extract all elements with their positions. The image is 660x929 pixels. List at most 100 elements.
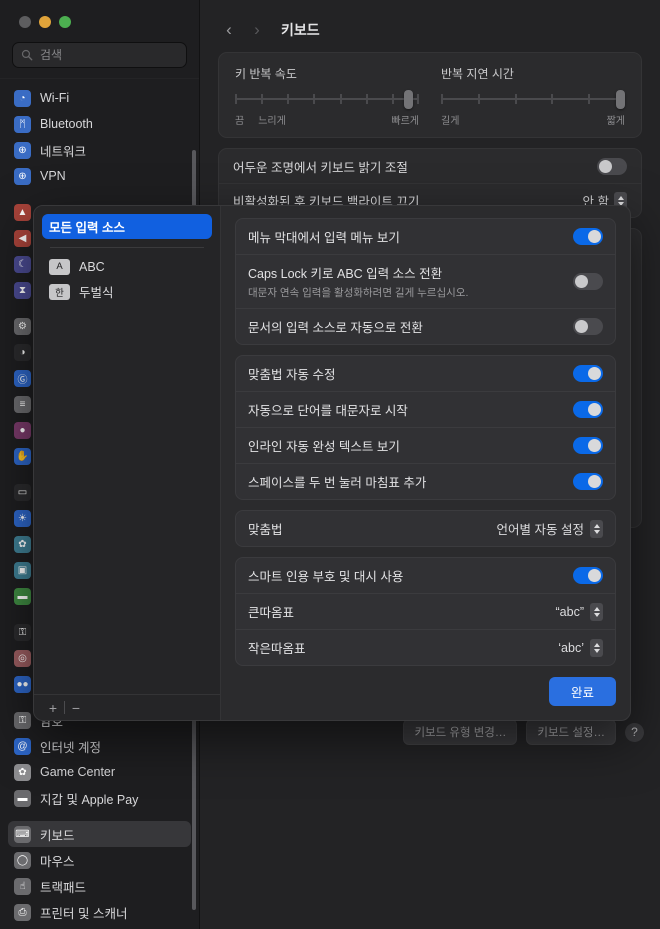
option-text: 스마트 인용 부호 및 대시 사용 bbox=[248, 566, 413, 585]
input-sources-options-panel: 메뉴 막대에서 입력 메뉴 보기 Caps Lock 키로 ABC 입력 소스 전… bbox=[221, 206, 630, 720]
sidebar-item-bluetooth[interactable]: ᛗ Bluetooth bbox=[8, 111, 191, 137]
option-toggle[interactable] bbox=[573, 365, 603, 382]
adjust-brightness-toggle[interactable] bbox=[597, 157, 627, 175]
sidebar-item-label: Bluetooth bbox=[40, 117, 93, 131]
option-row[interactable]: 스마트 인용 부호 및 대시 사용 bbox=[236, 558, 615, 593]
option-toggle[interactable] bbox=[573, 567, 603, 584]
row-adjust-brightness-low-light[interactable]: 어두운 조명에서 키보드 밝기 조절 bbox=[219, 149, 641, 183]
sidebar-item-label: 마우스 bbox=[40, 854, 75, 869]
page-title: 키보드 bbox=[281, 22, 320, 38]
forward-button: › bbox=[254, 20, 260, 39]
passwords-key-icon: ⚿ bbox=[14, 711, 31, 729]
option-row[interactable]: 자동으로 단어를 대문자로 시작 bbox=[236, 391, 615, 427]
option-toggle[interactable] bbox=[573, 437, 603, 454]
option-label: 문서의 입력 소스로 자동으로 전환 bbox=[248, 321, 423, 335]
sidebar-item-trackpad[interactable]: ☝ 트랙패드 bbox=[8, 873, 191, 899]
done-button[interactable]: 완료 bbox=[548, 677, 616, 706]
close-button[interactable] bbox=[19, 16, 31, 28]
display-icon: ☀ bbox=[14, 509, 31, 527]
option-row[interactable]: Caps Lock 키로 ABC 입력 소스 전환 대문자 연속 입력을 활성화하… bbox=[236, 254, 615, 308]
sidebar-item-wifi[interactable]: ◔ Wi-Fi bbox=[8, 85, 191, 111]
system-settings-window: ◔Wi-FiᛗBluetooth⊕네트워크⊕VPN▲알림◀사운드☾집중 모드⧗스… bbox=[0, 0, 660, 929]
sidebar-item-vpn[interactable]: ⊕ VPN bbox=[8, 163, 191, 189]
option-row[interactable]: 메뉴 막대에서 입력 메뉴 보기 bbox=[236, 219, 615, 254]
input-source-item[interactable]: A ABC bbox=[42, 254, 212, 279]
option-toggle[interactable] bbox=[573, 473, 603, 490]
repeat-delay-max-label: 짧게 bbox=[606, 116, 625, 127]
option-popup[interactable]: 언어별 자동 설정 bbox=[497, 519, 603, 538]
zoom-button[interactable] bbox=[59, 16, 71, 28]
option-row[interactable]: 인라인 자동 완성 텍스트 보기 bbox=[236, 427, 615, 463]
sidebar-item-label: 인터넷 계정 bbox=[40, 740, 101, 755]
input-source-label: ABC bbox=[79, 259, 105, 274]
options-group: 스마트 인용 부호 및 대시 사용큰따옴표 “abc” 작은따옴표 ‘abc’ bbox=[235, 557, 616, 666]
lock-screen-icon: ⚿ bbox=[14, 623, 31, 641]
key-repeat-min-label: 끔 bbox=[235, 116, 245, 127]
slider-knob[interactable] bbox=[615, 90, 625, 109]
input-sources-sheet: 모든 입력 소스 A ABC 한 두벌식 + − 메뉴 막대에서 입력 메뉴 보기 Ca… bbox=[33, 205, 631, 721]
sidebar-item-label: 프린터 및 스캐너 bbox=[40, 906, 128, 921]
option-toggle[interactable] bbox=[573, 401, 603, 418]
keyboard-icon: ⌨ bbox=[14, 825, 31, 843]
users-groups-icon: ●● bbox=[14, 675, 31, 693]
chevron-updown-icon[interactable] bbox=[590, 602, 603, 621]
sidebar-item-keyboard[interactable]: ⌨ 키보드 bbox=[8, 821, 191, 847]
input-sources-list: 모든 입력 소스 A ABC 한 두벌식 bbox=[34, 206, 220, 694]
touch-id-icon: ◎ bbox=[14, 649, 31, 667]
option-row[interactable]: 맞춤법 언어별 자동 설정 bbox=[236, 511, 615, 546]
sidebar-item-wallet-applepay[interactable]: ▬ 지갑 및 Apple Pay bbox=[8, 785, 191, 811]
option-label: 큰따옴표 bbox=[248, 606, 295, 620]
option-value: ‘abc’ bbox=[558, 640, 584, 655]
option-row[interactable]: 문서의 입력 소스로 자동으로 전환 bbox=[236, 308, 615, 344]
input-source-all[interactable]: 모든 입력 소스 bbox=[42, 214, 212, 239]
option-row[interactable]: 작은따옴표 ‘abc’ bbox=[236, 629, 615, 665]
add-input-source-button[interactable]: + bbox=[42, 700, 64, 716]
option-popup[interactable]: “abc” bbox=[555, 602, 603, 621]
mouse-icon: ◯ bbox=[14, 851, 31, 869]
minimize-button[interactable] bbox=[39, 16, 51, 28]
row-label: 어두운 조명에서 키보드 밝기 조절 bbox=[233, 160, 408, 175]
privacy-hand-icon: ✋ bbox=[14, 447, 31, 465]
sidebar-item-label: VPN bbox=[40, 169, 66, 183]
option-row[interactable]: 맞춤법 자동 수정 bbox=[236, 356, 615, 391]
sidebar-item-game-center[interactable]: ✿ Game Center bbox=[8, 759, 191, 785]
slider-knob[interactable] bbox=[404, 90, 414, 109]
desktop-dock-icon: ▭ bbox=[14, 483, 31, 501]
keyboard-settings-button[interactable]: 키보드 설정… bbox=[526, 719, 616, 745]
input-source-label: 두벌식 bbox=[79, 286, 114, 300]
option-text: 작은따옴표 bbox=[248, 638, 316, 657]
help-button[interactable]: ? bbox=[625, 722, 644, 742]
appearance-icon: ◑ bbox=[14, 343, 31, 361]
option-row[interactable]: 큰따옴표 “abc” bbox=[236, 593, 615, 629]
sidebar-item-label: 키보드 bbox=[40, 828, 75, 843]
option-toggle[interactable] bbox=[573, 273, 603, 290]
repeat-delay-slider[interactable] bbox=[441, 90, 626, 109]
key-repeat-card: 키 반복 속도 끔 느리게 빠르게 반복 지연 시간 길게 짧게 bbox=[218, 52, 642, 138]
option-label: 메뉴 막대에서 입력 메뉴 보기 bbox=[248, 231, 400, 245]
input-source-label: 모든 입력 소스 bbox=[49, 221, 125, 235]
sidebar-item-network[interactable]: ⊕ 네트워크 bbox=[8, 137, 191, 163]
chevron-updown-icon[interactable] bbox=[590, 638, 603, 657]
sidebar-item-internet-accounts[interactable]: @ 인터넷 계정 bbox=[8, 733, 191, 759]
remove-input-source-button[interactable]: − bbox=[65, 700, 87, 716]
key-repeat-rate-slider[interactable] bbox=[235, 90, 420, 109]
search-field[interactable] bbox=[12, 42, 187, 68]
sidebar-item-mouse[interactable]: ◯ 마우스 bbox=[8, 847, 191, 873]
option-toggle[interactable] bbox=[573, 318, 603, 335]
search-input[interactable] bbox=[40, 48, 178, 62]
input-source-item[interactable]: 한 두벌식 bbox=[42, 279, 212, 304]
option-popup[interactable]: ‘abc’ bbox=[558, 638, 603, 657]
general-gear-icon: ⚙ bbox=[14, 317, 31, 335]
sidebar-item-printers-scanners[interactable]: ⎙ 프린터 및 스캐너 bbox=[8, 899, 191, 925]
sidebar-item-label: 지갑 및 Apple Pay bbox=[40, 792, 139, 807]
battery-icon: ▬ bbox=[14, 587, 31, 605]
chevron-updown-icon[interactable] bbox=[590, 519, 603, 538]
option-text: 맞춤법 자동 수정 bbox=[248, 364, 345, 383]
option-value: “abc” bbox=[555, 604, 584, 619]
back-button[interactable]: ‹ bbox=[216, 17, 242, 43]
change-keyboard-type-button[interactable]: 키보드 유형 변경… bbox=[403, 719, 518, 745]
option-toggle[interactable] bbox=[573, 228, 603, 245]
sidebar-item-label: Wi-Fi bbox=[40, 91, 70, 105]
option-text: 스페이스를 두 번 눌러 마침표 추가 bbox=[248, 472, 436, 491]
option-row[interactable]: 스페이스를 두 번 눌러 마침표 추가 bbox=[236, 463, 615, 499]
